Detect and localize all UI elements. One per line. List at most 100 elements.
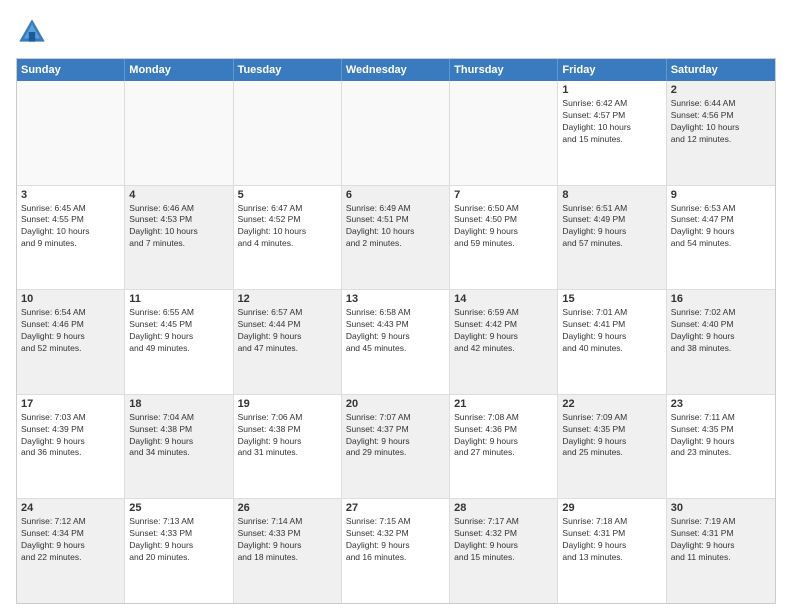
day-number: 7 [454, 189, 553, 201]
day-info: Sunrise: 6:58 AM Sunset: 4:43 PM Dayligh… [346, 307, 445, 355]
calendar-cell-24: 24 Sunrise: 7:12 AM Sunset: 4:34 PM Dayli… [17, 499, 125, 603]
weekday-header-thursday: Thursday [450, 59, 558, 81]
calendar-cell-15: 15 Sunrise: 7:01 AM Sunset: 4:41 PM Dayli… [558, 290, 666, 394]
day-number: 3 [21, 189, 120, 201]
calendar-cell-empty-0-3 [342, 81, 450, 185]
calendar-row-0: 1 Sunrise: 6:42 AM Sunset: 4:57 PM Daylig… [17, 81, 775, 186]
calendar-cell-13: 13Sunrise: 6:58 AM Sunset: 4:43 PM Dayli… [342, 290, 450, 394]
logo-icon [16, 16, 48, 48]
calendar-cell-29: 29 Sunrise: 7:18 AM Sunset: 4:31 PM Dayli… [558, 499, 666, 603]
day-info: Sunrise: 7:09 AM Sunset: 4:35 PM Dayligh… [562, 412, 661, 460]
day-info: Sunrise: 6:47 AM Sunset: 4:52 PM Dayligh… [238, 203, 337, 251]
day-number: 5 [238, 189, 337, 201]
calendar-cell-4: 4 Sunrise: 6:46 AM Sunset: 4:53 PM Daylig… [125, 186, 233, 290]
calendar-cell-18: 18Sunrise: 7:04 AM Sunset: 4:38 PM Dayli… [125, 395, 233, 499]
calendar-cell-16: 16 Sunrise: 7:02 AM Sunset: 4:40 PM Dayli… [667, 290, 775, 394]
calendar-row-4: 24 Sunrise: 7:12 AM Sunset: 4:34 PM Dayli… [17, 499, 775, 603]
day-info: Sunrise: 7:11 AM Sunset: 4:35 PM Dayligh… [671, 412, 771, 460]
day-info: Sunrise: 7:01 AM Sunset: 4:41 PM Dayligh… [562, 307, 661, 355]
day-number: 9 [671, 189, 771, 201]
day-info: Sunrise: 6:46 AM Sunset: 4:53 PM Dayligh… [129, 203, 228, 251]
day-info: Sunrise: 7:06 AM Sunset: 4:38 PM Dayligh… [238, 412, 337, 460]
day-info: Sunrise: 6:54 AM Sunset: 4:46 PM Dayligh… [21, 307, 120, 355]
day-number: 1 [562, 84, 661, 96]
calendar-cell-27: 27Sunrise: 7:15 AM Sunset: 4:32 PM Dayli… [342, 499, 450, 603]
day-number: 15 [562, 293, 661, 305]
day-number: 17 [21, 398, 120, 410]
day-info: Sunrise: 7:08 AM Sunset: 4:36 PM Dayligh… [454, 412, 553, 460]
calendar-cell-23: 23 Sunrise: 7:11 AM Sunset: 4:35 PM Dayli… [667, 395, 775, 499]
calendar-cell-14: 14 Sunrise: 6:59 AM Sunset: 4:42 PM Dayli… [450, 290, 558, 394]
calendar-cell-8: 8 Sunrise: 6:51 AM Sunset: 4:49 PM Daylig… [558, 186, 666, 290]
header [16, 16, 776, 48]
calendar-cell-5: 5 Sunrise: 6:47 AM Sunset: 4:52 PM Daylig… [234, 186, 342, 290]
day-number: 26 [238, 502, 337, 514]
weekday-header-monday: Monday [125, 59, 233, 81]
calendar-cell-7: 7 Sunrise: 6:50 AM Sunset: 4:50 PM Daylig… [450, 186, 558, 290]
calendar-cell-2: 2Sunrise: 6:44 AM Sunset: 4:56 PM Daylig… [667, 81, 775, 185]
day-number: 11 [129, 293, 228, 305]
calendar: SundayMondayTuesdayWednesdayThursdayFrid… [16, 58, 776, 604]
calendar-cell-26: 26 Sunrise: 7:14 AM Sunset: 4:33 PM Dayli… [234, 499, 342, 603]
day-info: Sunrise: 7:12 AM Sunset: 4:34 PM Dayligh… [21, 516, 120, 564]
weekday-header-tuesday: Tuesday [234, 59, 342, 81]
calendar-cell-empty-0-4 [450, 81, 558, 185]
day-number: 8 [562, 189, 661, 201]
calendar-cell-28: 28 Sunrise: 7:17 AM Sunset: 4:32 PM Dayli… [450, 499, 558, 603]
calendar-cell-20: 20 Sunrise: 7:07 AM Sunset: 4:37 PM Dayli… [342, 395, 450, 499]
day-info: Sunrise: 7:19 AM Sunset: 4:31 PM Dayligh… [671, 516, 771, 564]
day-number: 19 [238, 398, 337, 410]
day-info: Sunrise: 7:15 AM Sunset: 4:32 PM Dayligh… [346, 516, 445, 564]
page: SundayMondayTuesdayWednesdayThursdayFrid… [0, 0, 792, 612]
day-info: Sunrise: 7:13 AM Sunset: 4:33 PM Dayligh… [129, 516, 228, 564]
day-info: Sunrise: 6:57 AM Sunset: 4:44 PM Dayligh… [238, 307, 337, 355]
day-info: Sunrise: 6:49 AM Sunset: 4:51 PM Dayligh… [346, 203, 445, 251]
calendar-cell-1: 1 Sunrise: 6:42 AM Sunset: 4:57 PM Daylig… [558, 81, 666, 185]
day-number: 23 [671, 398, 771, 410]
day-number: 14 [454, 293, 553, 305]
calendar-cell-17: 17 Sunrise: 7:03 AM Sunset: 4:39 PM Dayli… [17, 395, 125, 499]
day-number: 28 [454, 502, 553, 514]
calendar-cell-empty-0-0 [17, 81, 125, 185]
day-info: Sunrise: 7:03 AM Sunset: 4:39 PM Dayligh… [21, 412, 120, 460]
day-info: Sunrise: 6:55 AM Sunset: 4:45 PM Dayligh… [129, 307, 228, 355]
calendar-cell-12: 12 Sunrise: 6:57 AM Sunset: 4:44 PM Dayli… [234, 290, 342, 394]
day-info: Sunrise: 6:44 AM Sunset: 4:56 PM Dayligh… [671, 98, 771, 146]
calendar-cell-9: 9 Sunrise: 6:53 AM Sunset: 4:47 PM Daylig… [667, 186, 775, 290]
calendar-body: 1 Sunrise: 6:42 AM Sunset: 4:57 PM Daylig… [17, 81, 775, 603]
calendar-row-1: 3Sunrise: 6:45 AM Sunset: 4:55 PM Daylig… [17, 186, 775, 291]
day-number: 12 [238, 293, 337, 305]
day-info: Sunrise: 7:14 AM Sunset: 4:33 PM Dayligh… [238, 516, 337, 564]
logo [16, 16, 52, 48]
day-info: Sunrise: 6:53 AM Sunset: 4:47 PM Dayligh… [671, 203, 771, 251]
day-number: 24 [21, 502, 120, 514]
day-info: Sunrise: 7:17 AM Sunset: 4:32 PM Dayligh… [454, 516, 553, 564]
day-number: 16 [671, 293, 771, 305]
day-number: 21 [454, 398, 553, 410]
day-info: Sunrise: 7:02 AM Sunset: 4:40 PM Dayligh… [671, 307, 771, 355]
weekday-header-friday: Friday [558, 59, 666, 81]
day-info: Sunrise: 6:59 AM Sunset: 4:42 PM Dayligh… [454, 307, 553, 355]
calendar-cell-19: 19 Sunrise: 7:06 AM Sunset: 4:38 PM Dayli… [234, 395, 342, 499]
calendar-cell-10: 10Sunrise: 6:54 AM Sunset: 4:46 PM Dayli… [17, 290, 125, 394]
day-number: 29 [562, 502, 661, 514]
calendar-cell-empty-0-1 [125, 81, 233, 185]
calendar-cell-30: 30 Sunrise: 7:19 AM Sunset: 4:31 PM Dayli… [667, 499, 775, 603]
day-info: Sunrise: 6:51 AM Sunset: 4:49 PM Dayligh… [562, 203, 661, 251]
weekday-header-saturday: Saturday [667, 59, 775, 81]
calendar-header: SundayMondayTuesdayWednesdayThursdayFrid… [17, 59, 775, 81]
day-info: Sunrise: 6:42 AM Sunset: 4:57 PM Dayligh… [562, 98, 661, 146]
day-number: 22 [562, 398, 661, 410]
day-number: 4 [129, 189, 228, 201]
day-number: 30 [671, 502, 771, 514]
calendar-cell-6: 6 Sunrise: 6:49 AM Sunset: 4:51 PM Daylig… [342, 186, 450, 290]
day-number: 6 [346, 189, 445, 201]
calendar-cell-25: 25Sunrise: 7:13 AM Sunset: 4:33 PM Dayli… [125, 499, 233, 603]
calendar-row-3: 17 Sunrise: 7:03 AM Sunset: 4:39 PM Dayli… [17, 395, 775, 500]
day-info: Sunrise: 6:50 AM Sunset: 4:50 PM Dayligh… [454, 203, 553, 251]
weekday-header-wednesday: Wednesday [342, 59, 450, 81]
day-number: 20 [346, 398, 445, 410]
day-info: Sunrise: 7:18 AM Sunset: 4:31 PM Dayligh… [562, 516, 661, 564]
calendar-row-2: 10Sunrise: 6:54 AM Sunset: 4:46 PM Dayli… [17, 290, 775, 395]
day-info: Sunrise: 7:07 AM Sunset: 4:37 PM Dayligh… [346, 412, 445, 460]
